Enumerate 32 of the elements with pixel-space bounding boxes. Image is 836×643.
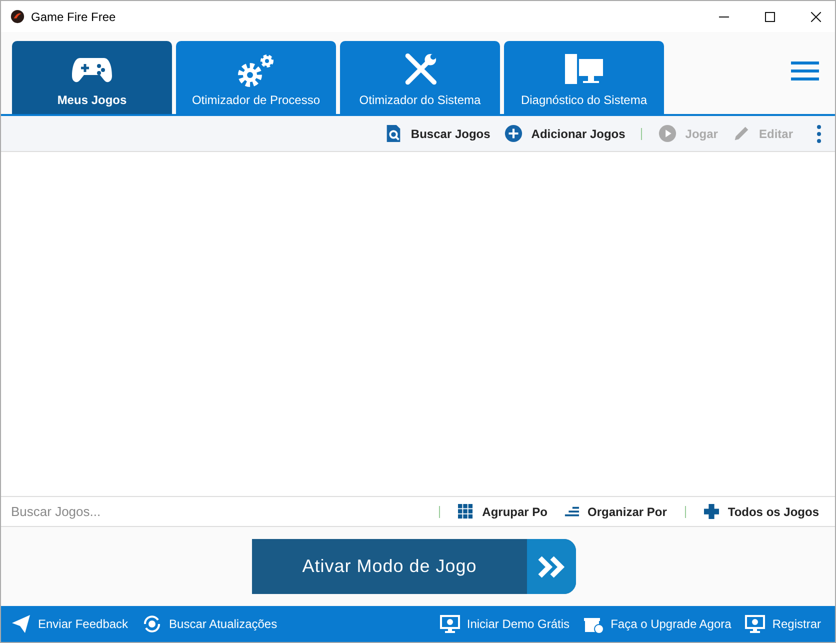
window-title: Game Fire Free <box>31 10 116 24</box>
paper-plane-icon <box>11 614 31 634</box>
filter-button[interactable]: Todos os Jogos <box>700 504 823 519</box>
grid-icon <box>458 504 474 519</box>
plus-icon <box>504 124 524 143</box>
status-link[interactable]: Registrar <box>741 614 825 634</box>
toolbar-button[interactable]: Buscar Jogos <box>380 122 494 145</box>
close-icon[interactable] <box>811 12 821 22</box>
menu-icon[interactable] <box>791 61 819 81</box>
status-link[interactable]: Buscar Atualizações <box>138 614 282 634</box>
filter-button[interactable]: Organizar Por <box>560 504 671 519</box>
maximize-icon[interactable] <box>765 12 775 22</box>
double-chevron-icon <box>538 556 566 578</box>
tab[interactable]: Otimizador do Sistema <box>340 41 500 114</box>
status-link[interactable]: Enviar Feedback <box>7 614 132 634</box>
play-icon <box>658 124 678 143</box>
toolbar-button[interactable]: Adicionar Jogos <box>500 122 630 145</box>
status-link[interactable]: Faça o Upgrade Agora <box>580 614 736 634</box>
app-logo-icon <box>10 9 25 24</box>
game-mode-button[interactable]: Ativar Modo de Jogo <box>252 539 576 594</box>
status-link[interactable]: Iniciar Demo Grátis <box>436 614 574 634</box>
tab[interactable]: Diagnóstico do Sistema <box>504 41 664 114</box>
refresh-icon <box>142 614 162 634</box>
search-field[interactable]: Buscar Jogos... <box>1 503 426 520</box>
gears-icon <box>236 53 276 87</box>
tab[interactable]: Otimizador de Processo <box>176 41 336 114</box>
cross-icon <box>704 504 719 519</box>
filter-button[interactable]: Agrupar Po <box>454 504 552 519</box>
more-icon[interactable] <box>817 124 821 142</box>
computer-icon <box>564 53 604 87</box>
sort-icon <box>564 504 579 519</box>
tab[interactable]: Meus Jogos <box>12 41 172 114</box>
